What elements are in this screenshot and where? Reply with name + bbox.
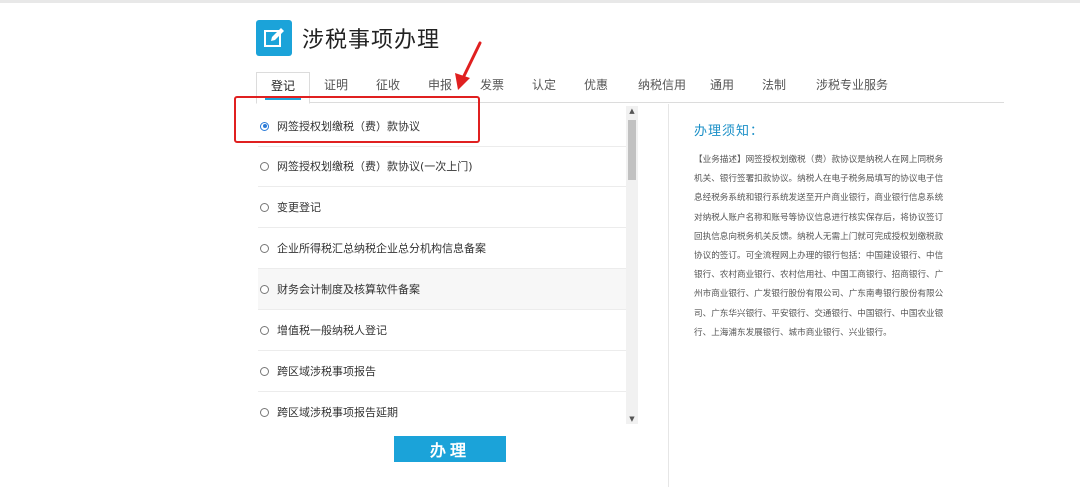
page-header: 涉税事项办理 <box>256 18 440 58</box>
scroll-down-arrow-icon[interactable]: ▼ <box>626 414 638 424</box>
list-item[interactable]: 增值税一般纳税人登记 <box>258 310 626 351</box>
radio-button[interactable] <box>260 366 269 376</box>
item-label: 跨区域涉税事项报告延期 <box>277 406 398 419</box>
list-item[interactable]: 变更登记 <box>258 187 626 228</box>
notice-line: 司、广东华兴银行、平安银行、交通银行、中国银行、中国农业银 <box>694 308 944 319</box>
scroll-thumb[interactable] <box>628 120 636 180</box>
radio-button[interactable] <box>260 243 269 253</box>
process-button[interactable]: 办理 <box>394 436 506 462</box>
scroll-up-arrow-icon[interactable]: ▲ <box>626 106 638 116</box>
radio-button[interactable] <box>260 161 269 171</box>
tab-general[interactable]: 通用 <box>702 72 742 102</box>
item-label: 变更登记 <box>277 201 321 214</box>
page-title: 涉税事项办理 <box>302 28 441 53</box>
list-item[interactable]: 网签授权划缴税（费）款协议(一次上门) <box>258 146 626 187</box>
notice-line: 行、上海浦东发展银行、城市商业银行、兴业银行。 <box>694 327 892 338</box>
radio-button[interactable] <box>260 407 269 417</box>
item-label: 增值税一般纳税人登记 <box>277 324 387 337</box>
list-scrollbar[interactable]: ▲ ▼ <box>626 106 638 424</box>
radio-button[interactable] <box>260 202 269 212</box>
notice-line: 对纳税人账户名称和账号等协议信息进行核实保存后，将协议签订 <box>694 212 944 223</box>
tab-label: 登记 <box>270 79 295 93</box>
notice-line: 回执信息向税务机关反馈。纳税人无需上门就可完成授权划缴税款 <box>694 231 944 242</box>
notice-line: 州市商业银行、广发银行股份有限公司、广东南粤银行股份有限公 <box>694 289 944 300</box>
panel-divider <box>668 104 669 487</box>
notice-line: 银行、农村商业银行、农村信用社、中国工商银行、招商银行、广 <box>694 270 944 281</box>
notice-line: 协议的签订。可全流程网上办理的银行包括：中国建设银行、中信 <box>694 251 944 262</box>
notice-line: 【业务描述】网签授权划缴税（费）款协议是纳税人在网上同税务 <box>694 155 944 165</box>
tab-preference[interactable]: 优惠 <box>576 72 616 102</box>
item-label: 跨区域涉税事项报告 <box>277 365 376 378</box>
tab-certification[interactable]: 认定 <box>524 72 564 102</box>
notice-body: 【业务描述】网签授权划缴税（费）款协议是纳税人在网上同税务 机关、银行签署扣款协… <box>694 151 974 343</box>
radio-button[interactable] <box>260 284 269 294</box>
item-label: 企业所得税汇总纳税企业总分机构信息备案 <box>277 242 486 255</box>
list-item[interactable]: 财务会计制度及核算软件备案 <box>258 269 626 310</box>
annotation-highlight-box <box>234 96 480 143</box>
list-item[interactable]: 跨区域涉税事项报告延期 <box>258 392 626 424</box>
list-item[interactable]: 跨区域涉税事项报告 <box>258 351 626 392</box>
item-list[interactable]: 网签授权划缴税（费）款协议 网签授权划缴税（费）款协议(一次上门) 变更登记 企… <box>258 106 626 424</box>
item-label: 财务会计制度及核算软件备案 <box>277 283 420 296</box>
tab-legal[interactable]: 法制 <box>754 72 794 102</box>
list-item[interactable]: 企业所得税汇总纳税企业总分机构信息备案 <box>258 228 626 269</box>
top-border <box>0 0 1080 3</box>
item-label: 网签授权划缴税（费）款协议(一次上门) <box>277 160 473 173</box>
notice-line: 机关、银行签署扣款协议。纳税人在电子税务局填写的协议电子信 <box>694 174 944 185</box>
notice-line: 息经税务系统和银行系统发送至开户商业银行，商业银行信息系统 <box>694 193 944 204</box>
notice-title: 办理须知： <box>694 124 765 139</box>
radio-button[interactable] <box>260 325 269 335</box>
edit-icon <box>256 20 292 56</box>
tab-tax-credit[interactable]: 纳税信用 <box>630 72 694 102</box>
annotation-arrow-icon <box>455 41 482 90</box>
tab-professional-service[interactable]: 涉税专业服务 <box>808 72 896 102</box>
